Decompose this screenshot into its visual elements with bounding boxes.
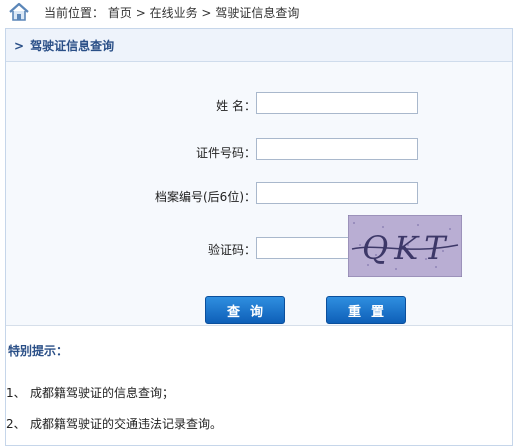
tips-title: 特别提示： (8, 344, 69, 358)
id-number-label: 证件号码： (195, 146, 256, 160)
home-icon[interactable] (0, 0, 30, 24)
file-number-label: 档案编号(后6位)： (155, 190, 256, 204)
breadcrumb-item-online-business[interactable]: 在线业务 (150, 6, 198, 20)
tips-section: 特别提示： 1、 成都籍驾驶证的信息查询； 2、 成都籍驾驶证的交通违法记录查询。 (6, 326, 512, 445)
breadcrumb-item-current: 驾驶证信息查询 (215, 5, 300, 20)
breadcrumb-text: 当前位置： 首页 > 在线业务 > 驾驶证信息查询 (44, 4, 299, 21)
tip-item: 2、 成都籍驾驶证的交通违法记录查询。 (6, 415, 222, 432)
breadcrumb: 当前位置： 首页 > 在线业务 > 驾驶证信息查询 (0, 0, 513, 24)
file-number-field[interactable] (256, 182, 418, 204)
breadcrumb-prefix: 当前位置： (44, 5, 105, 20)
reset-button[interactable]: 重置 (326, 296, 406, 324)
panel-title-text: 驾驶证信息查询 (30, 38, 115, 53)
tip-item: 1、 成都籍驾驶证的信息查询； (6, 384, 174, 401)
name-label: 姓 名： (216, 99, 256, 113)
tip-number: 1、 (6, 386, 26, 400)
captcha-label: 验证码： (207, 243, 256, 257)
id-number-field[interactable] (256, 138, 418, 160)
panel-header: > 驾驶证信息查询 (6, 29, 512, 62)
captcha-image[interactable]: QKT (348, 215, 462, 277)
tip-text: 成都籍驾驶证的信息查询； (30, 386, 175, 400)
panel-title: > 驾驶证信息查询 (14, 37, 114, 54)
breadcrumb-separator: > (201, 5, 212, 20)
breadcrumb-item-home[interactable]: 首页 (108, 6, 132, 20)
breadcrumb-separator: > (135, 5, 146, 20)
tip-text: 成都籍驾驶证的交通违法记录查询。 (30, 417, 223, 431)
tip-number: 2、 (6, 417, 26, 431)
query-panel: > 驾驶证信息查询 姓 名： 证件号码： 档案编号(后6位)： 验证码： QKT … (5, 28, 513, 446)
query-button[interactable]: 查询 (205, 296, 285, 324)
panel-marker: > (14, 38, 25, 53)
name-field[interactable] (256, 92, 418, 114)
